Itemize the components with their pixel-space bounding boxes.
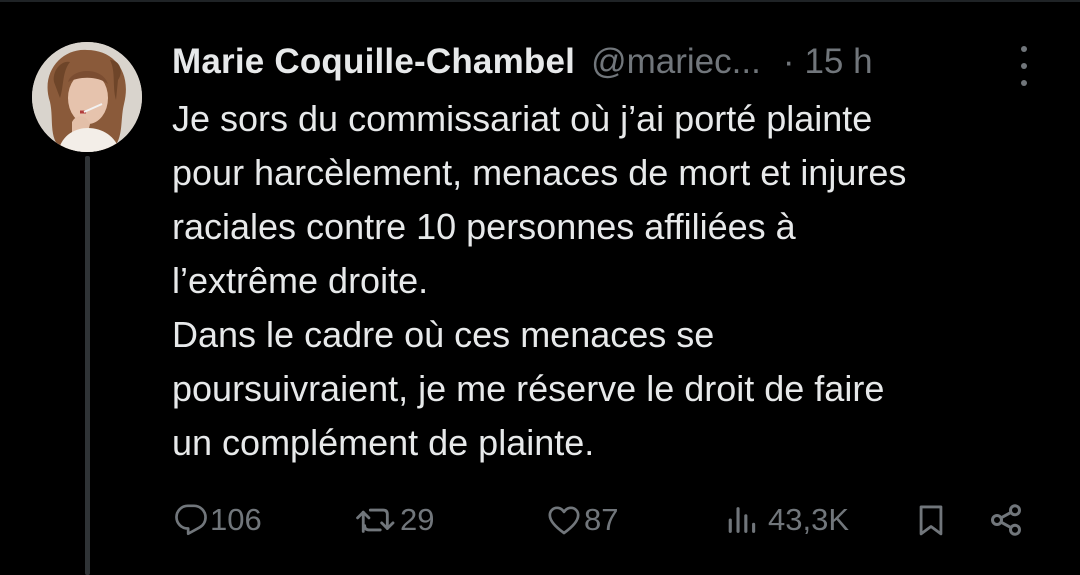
reply-count: 106 — [210, 502, 262, 537]
repost-count: 29 — [400, 502, 435, 537]
tweet-header: Marie Coquille-Chambel @mariec... · 15 h — [172, 38, 873, 86]
heart-icon — [548, 506, 580, 535]
separator-dot: · — [782, 42, 795, 81]
reply-icon — [175, 504, 207, 536]
author-handle[interactable]: @mariec... — [591, 42, 761, 82]
like-count: 87 — [584, 502, 619, 537]
share-button[interactable] — [988, 495, 1024, 545]
author-display-name[interactable]: Marie Coquille-Chambel — [172, 42, 575, 82]
views-count: 43,3K — [768, 502, 850, 537]
profile-photo-icon — [32, 42, 142, 152]
repost-icon — [356, 508, 395, 533]
share-icon — [991, 504, 1021, 536]
action-bar: 106 29 87 43,3K — [0, 495, 1080, 545]
reply-button[interactable]: 106 — [174, 495, 262, 545]
tweet-text: Je sors du commissariat où j’ai porté pl… — [172, 98, 907, 463]
more-dots-icon — [1021, 46, 1027, 52]
more-options-button[interactable] — [1012, 46, 1036, 86]
views-icon — [728, 507, 756, 533]
repost-button[interactable]: 29 — [354, 495, 434, 545]
bookmark-icon — [919, 505, 943, 536]
tweet[interactable]: Marie Coquille-Chambel @mariec... · 15 h… — [0, 0, 1080, 575]
views-button[interactable]: 43,3K — [726, 495, 849, 545]
like-button[interactable]: 87 — [546, 495, 618, 545]
tweet-timestamp[interactable]: 15 h — [804, 42, 872, 82]
avatar[interactable] — [32, 42, 142, 152]
bookmark-button[interactable] — [914, 495, 948, 545]
